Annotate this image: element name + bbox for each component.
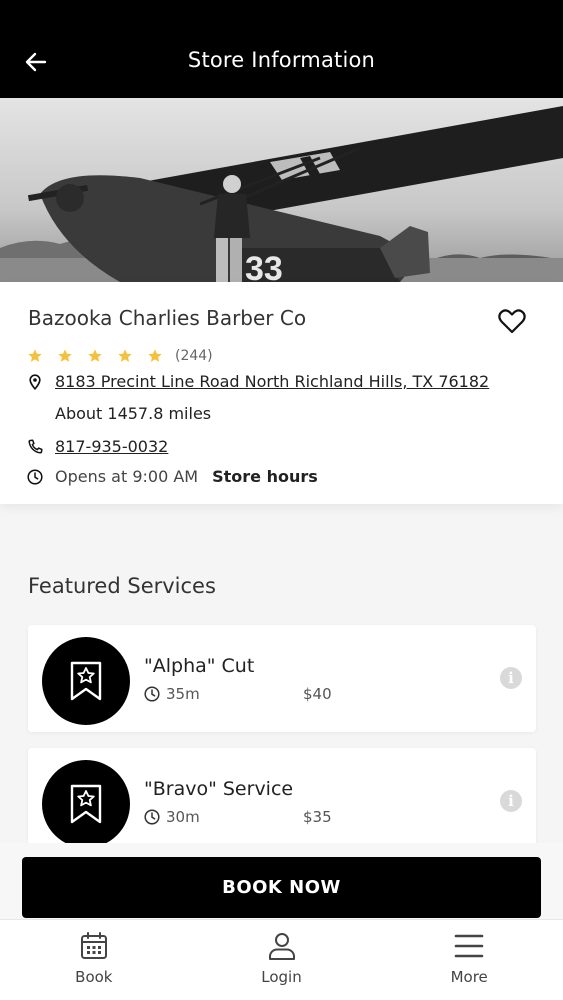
clock-icon bbox=[27, 468, 43, 485]
clock-icon bbox=[144, 686, 160, 702]
menu-icon bbox=[454, 934, 484, 958]
app-header: Store Information bbox=[0, 0, 563, 98]
bookmark-star-icon bbox=[70, 784, 102, 824]
info-icon[interactable]: i bbox=[500, 790, 522, 812]
store-hero-image: 33 bbox=[0, 98, 563, 282]
service-price: $40 bbox=[303, 685, 332, 703]
bookmark-star-icon bbox=[70, 661, 102, 701]
service-card[interactable]: "Alpha" Cut 35m $40 i bbox=[28, 625, 536, 732]
star-icon bbox=[28, 349, 42, 362]
tab-label: More bbox=[450, 968, 488, 986]
service-avatar bbox=[42, 760, 130, 848]
service-duration: 30m bbox=[144, 808, 200, 826]
info-icon[interactable]: i bbox=[500, 667, 522, 689]
clock-icon bbox=[144, 809, 160, 825]
phone-icon bbox=[27, 438, 43, 455]
rating-stars: (244) bbox=[27, 348, 213, 364]
star-icon bbox=[88, 349, 102, 362]
store-hours-link[interactable]: Store hours bbox=[212, 467, 318, 486]
svg-text:33: 33 bbox=[245, 250, 283, 282]
service-price: $35 bbox=[303, 808, 332, 826]
tab-login[interactable]: Login bbox=[188, 920, 376, 1000]
phone-row: 817-935-0032 bbox=[27, 437, 168, 456]
calendar-icon bbox=[80, 932, 107, 959]
tab-label: Login bbox=[261, 968, 302, 986]
review-count: (244) bbox=[175, 348, 213, 364]
tab-book[interactable]: Book bbox=[0, 920, 188, 1000]
bottom-tab-bar: Book Login More bbox=[0, 919, 563, 1000]
page-title: Store Information bbox=[187, 48, 376, 72]
service-avatar bbox=[42, 637, 130, 725]
service-name: "Alpha" Cut bbox=[144, 655, 255, 677]
store-address-link[interactable]: 8183 Precint Line Road North Richland Hi… bbox=[55, 372, 489, 391]
tab-label: Book bbox=[75, 968, 113, 986]
heart-icon bbox=[498, 309, 526, 334]
distance-row: About 1457.8 miles bbox=[55, 404, 211, 423]
star-icon bbox=[148, 349, 162, 362]
address-row: 8183 Precint Line Road North Richland Hi… bbox=[27, 372, 489, 391]
service-duration-value: 30m bbox=[166, 808, 200, 826]
service-duration-value: 35m bbox=[166, 685, 200, 703]
service-duration: 35m bbox=[144, 685, 200, 703]
star-icon bbox=[58, 349, 72, 362]
service-name: "Bravo" Service bbox=[144, 778, 294, 800]
store-distance: About 1457.8 miles bbox=[55, 404, 212, 423]
service-card[interactable]: "Bravo" Service 30m $35 i bbox=[28, 748, 536, 855]
store-info-card: Bazooka Charlies Barber Co (244) 8183 Pr… bbox=[0, 282, 563, 504]
store-phone-link[interactable]: 817-935-0032 bbox=[55, 437, 168, 456]
location-pin-icon bbox=[27, 373, 43, 390]
favorite-button[interactable] bbox=[498, 308, 526, 334]
book-now-button[interactable]: BOOK NOW bbox=[22, 857, 541, 918]
book-now-bar: BOOK NOW bbox=[0, 843, 563, 919]
store-name: Bazooka Charlies Barber Co bbox=[28, 306, 307, 330]
hours-row: Opens at 9:00 AM Store hours bbox=[27, 467, 318, 486]
featured-services-heading: Featured Services bbox=[28, 574, 216, 598]
star-icon bbox=[118, 349, 132, 362]
user-icon bbox=[268, 933, 295, 960]
tab-more[interactable]: More bbox=[375, 920, 563, 1000]
opening-time: Opens at 9:00 AM bbox=[55, 467, 199, 486]
